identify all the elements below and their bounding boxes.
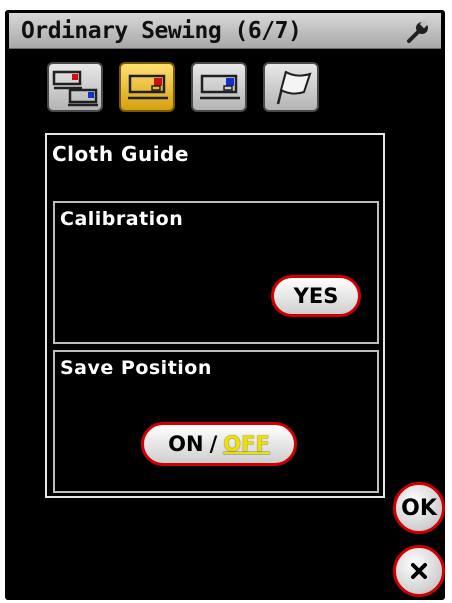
title-bar: Ordinary Sewing (6/7) <box>9 13 441 49</box>
on-option[interactable]: ON <box>168 432 203 456</box>
cloth-guide-panel: Cloth Guide Calibration YES Save Positio… <box>45 133 385 498</box>
calibration-label: Calibration <box>60 208 184 230</box>
tab-flag[interactable] <box>263 62 319 112</box>
tab-sewing-blue[interactable] <box>191 62 247 112</box>
sewing-machine-red-icon <box>128 74 168 100</box>
calibration-panel: Calibration YES <box>53 201 379 344</box>
save-position-toggle[interactable]: ON / OFF <box>141 422 297 466</box>
page-title: Ordinary Sewing (6/7) <box>21 18 302 44</box>
sewing-machine-multi-icon <box>52 70 98 107</box>
sewing-machine-blue-icon <box>200 74 240 100</box>
calibration-yes-button[interactable]: YES <box>271 275 361 317</box>
device-frame: Ordinary Sewing (6/7) Cloth Guide Calibr… <box>0 0 452 603</box>
off-option[interactable]: OFF <box>223 432 270 456</box>
ok-label: OK <box>401 495 437 521</box>
close-button[interactable] <box>393 545 445 597</box>
tab-sewing-red[interactable] <box>119 62 175 112</box>
wrench-icon[interactable] <box>405 19 431 45</box>
flag-icon <box>276 70 312 105</box>
tab-sewing-multi[interactable] <box>47 62 103 112</box>
save-position-panel: Save Position ON / OFF <box>53 350 379 493</box>
calibration-yes-label: YES <box>293 284 339 308</box>
save-position-label: Save Position <box>60 357 212 379</box>
cloth-guide-title: Cloth Guide <box>52 142 189 166</box>
ok-button[interactable]: OK <box>393 482 445 534</box>
toggle-separator: / <box>209 432 218 456</box>
close-icon <box>411 563 427 579</box>
